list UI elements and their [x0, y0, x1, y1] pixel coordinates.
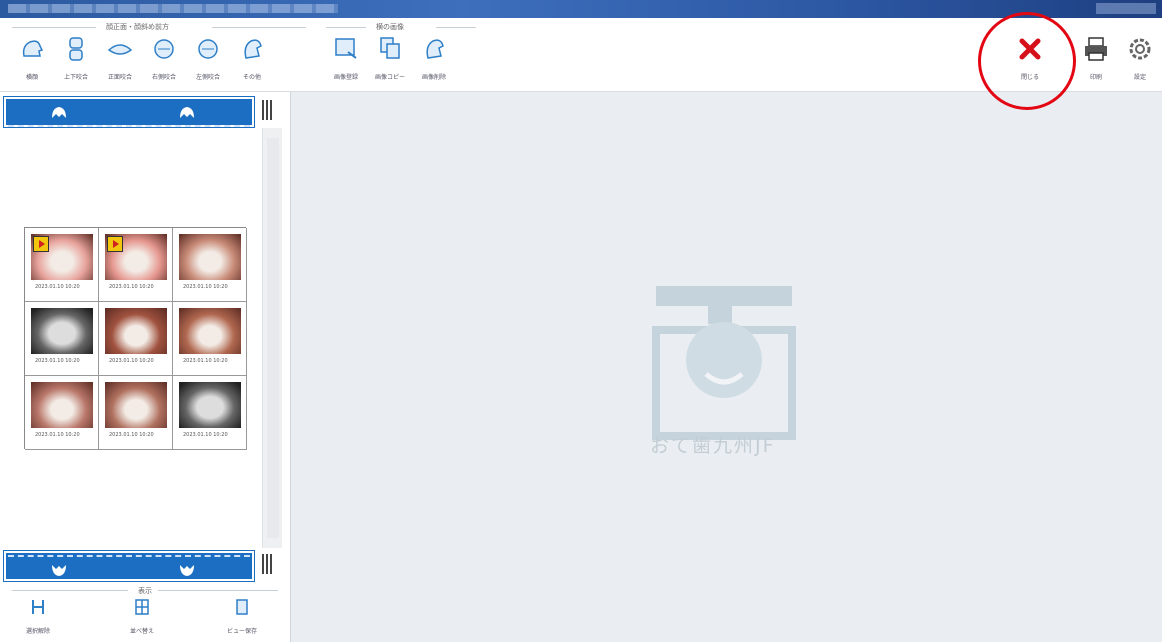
- save-view-icon: [236, 599, 248, 615]
- thumbnail-image: [31, 308, 93, 354]
- thumbnail-caption: 2023.01.10 10:20: [109, 432, 154, 438]
- upper-lower-bite-button[interactable]: 上下咬合: [56, 34, 96, 90]
- title-bar: [0, 0, 1162, 18]
- display-caption: 表示: [138, 587, 152, 595]
- thumbnail-9[interactable]: 2023.01.10 10:20: [173, 376, 247, 450]
- thumbnail-image: [179, 382, 241, 428]
- thumbnail-1[interactable]: 2023.01.10 10:20: [25, 228, 99, 302]
- thumbnail-image: [179, 308, 241, 354]
- teeth-front-icon: [107, 44, 133, 55]
- image-delete-icon: [426, 39, 444, 59]
- thumbnail-6[interactable]: 2023.01.10 10:20: [173, 302, 247, 376]
- deselect-button[interactable]: 選択解除: [8, 598, 68, 635]
- scroll-up-bar[interactable]: [3, 96, 255, 128]
- printer-icon: [1085, 37, 1107, 61]
- window-controls[interactable]: [1096, 3, 1156, 14]
- window-title: [8, 4, 338, 13]
- other-button[interactable]: その他: [232, 34, 272, 90]
- thumbnail-caption: 2023.01.10 10:20: [35, 284, 80, 290]
- group2-caption: 横の画像: [376, 23, 404, 31]
- sort-button[interactable]: 並べ替え: [112, 598, 172, 635]
- watermark-text: おて歯九州JF: [650, 435, 776, 457]
- teeth-right-icon: [154, 39, 174, 59]
- pane-splitter-top[interactable]: [262, 100, 274, 120]
- tooth-up-icon: [52, 107, 66, 118]
- thumbnail-caption: 2023.01.10 10:20: [109, 358, 154, 364]
- thumbnail-5[interactable]: 2023.01.10 10:20: [99, 302, 173, 376]
- tooth-down-icon: [52, 565, 66, 576]
- image-copy-icon: [380, 37, 400, 59]
- teeth-upper-lower-icon: [69, 37, 83, 61]
- right-bite-button[interactable]: 右側咬合: [144, 34, 184, 90]
- settings-button[interactable]: 設定: [1120, 34, 1160, 90]
- thumbnail-7[interactable]: 2023.01.10 10:20: [25, 376, 99, 450]
- thumbnail-image: [179, 234, 241, 280]
- pane-splitter-bottom[interactable]: [262, 554, 274, 574]
- print-button[interactable]: 印刷: [1076, 34, 1116, 90]
- thumbnail-caption: 2023.01.10 10:20: [183, 358, 228, 364]
- thumbnail-image: [105, 382, 167, 428]
- tooth-up-icon-2: [180, 107, 194, 118]
- thumbnail-scrollbar[interactable]: [262, 128, 282, 548]
- grid-icon: [135, 599, 149, 615]
- close-button-highlight-circle: [978, 12, 1076, 110]
- profile-button[interactable]: 横顔: [12, 34, 52, 90]
- thumbnail-image: [31, 382, 93, 428]
- thumbnail-8[interactable]: 2023.01.10 10:20: [99, 376, 173, 450]
- thumbnail-grid: 2023.01.10 10:20 2023.01.10 10:20 2023.01.…: [24, 227, 247, 450]
- thumbnail-image: [105, 308, 167, 354]
- image-register-icon: [335, 38, 357, 59]
- deselect-icon: [32, 600, 44, 614]
- gear-icon: [1129, 38, 1151, 60]
- thumbnail-caption: 2023.01.10 10:20: [109, 284, 154, 290]
- group1-caption: 顔正面・顔斜め前方: [106, 23, 169, 31]
- thumbnail-4[interactable]: 2023.01.10 10:20: [25, 302, 99, 376]
- thumbnail-caption: 2023.01.10 10:20: [183, 432, 228, 438]
- register-image-button[interactable]: 画像登録: [326, 34, 366, 90]
- left-bite-button[interactable]: 左側咬合: [188, 34, 228, 90]
- tooth-down-icon-2: [180, 565, 194, 576]
- face-other-icon: [244, 39, 262, 59]
- video-play-icon: [33, 236, 49, 252]
- teeth-left-icon: [198, 39, 218, 59]
- copy-image-button[interactable]: 画像コピー: [370, 34, 410, 90]
- scroll-down-bar[interactable]: [3, 550, 255, 582]
- face-profile-icon: [22, 40, 44, 57]
- thumbnail-caption: 2023.01.10 10:20: [183, 284, 228, 290]
- thumbnail-caption: 2023.01.10 10:20: [35, 358, 80, 364]
- thumbnail-caption: 2023.01.10 10:20: [35, 432, 80, 438]
- display-tools: 表示 選択解除 並べ替え ビュー保存: [8, 584, 290, 642]
- video-play-icon: [107, 236, 123, 252]
- thumbnail-3[interactable]: 2023.01.10 10:20: [173, 228, 247, 302]
- front-bite-button[interactable]: 正面咬合: [100, 34, 140, 90]
- thumbnail-2[interactable]: 2023.01.10 10:20: [99, 228, 173, 302]
- delete-image-button[interactable]: 画像削除: [414, 34, 454, 90]
- save-view-button[interactable]: ビュー保存: [212, 598, 272, 635]
